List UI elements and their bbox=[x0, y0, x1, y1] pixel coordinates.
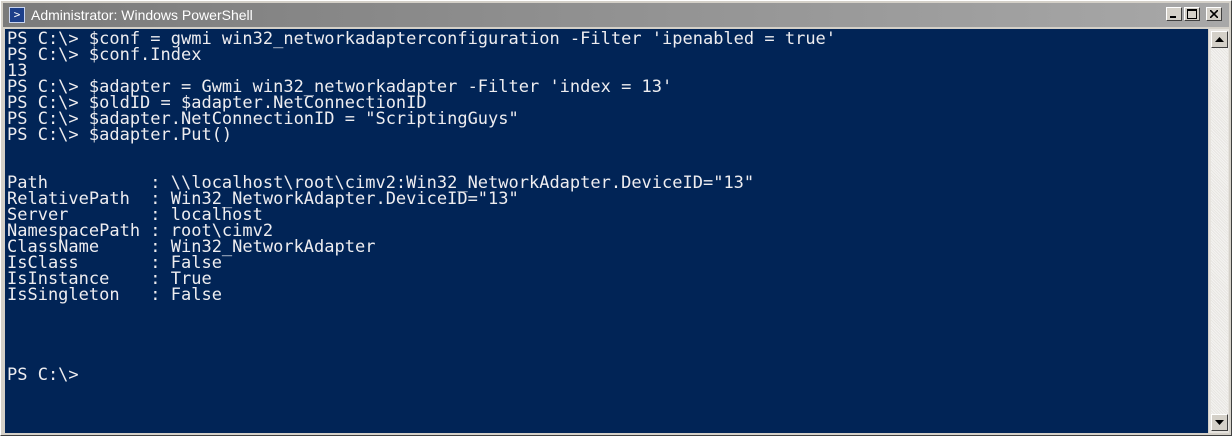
powershell-window: > Administrator: Windows PowerShell PS C… bbox=[0, 0, 1232, 436]
scroll-down-button[interactable] bbox=[1211, 414, 1228, 431]
console-line: PS C:\> $conf.Index bbox=[7, 45, 202, 65]
minimize-button[interactable] bbox=[1166, 7, 1182, 21]
scroll-track[interactable] bbox=[1211, 48, 1228, 414]
title-bar[interactable]: > Administrator: Windows PowerShell bbox=[3, 3, 1229, 27]
console-line: IsSingleton : False bbox=[7, 285, 222, 305]
close-button[interactable] bbox=[1206, 7, 1222, 21]
console-output[interactable]: PS C:\> $conf = gwmi win32_networkadapte… bbox=[5, 29, 1208, 433]
powershell-icon[interactable]: > bbox=[9, 7, 25, 23]
close-icon bbox=[1210, 10, 1218, 18]
scroll-up-button[interactable] bbox=[1211, 31, 1228, 48]
vertical-scrollbar[interactable] bbox=[1209, 29, 1229, 433]
maximize-button[interactable] bbox=[1184, 7, 1200, 21]
console-line: PS C:\> $adapter.Put() bbox=[7, 125, 233, 145]
chevron-down-icon bbox=[1215, 420, 1224, 425]
console-line: PS C:\> bbox=[7, 365, 79, 385]
window-title: Administrator: Windows PowerShell bbox=[31, 7, 253, 23]
chevron-up-icon bbox=[1215, 37, 1224, 42]
